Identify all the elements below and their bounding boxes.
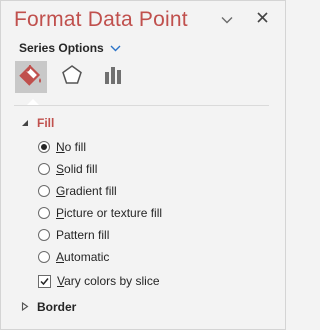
vary-colors-option[interactable]: Vary colors by slice <box>38 274 160 288</box>
close-button[interactable] <box>253 10 271 28</box>
solid-fill-option[interactable]: Solid fill <box>38 162 97 176</box>
automatic-label: Automatic <box>56 250 110 264</box>
no-fill-radio[interactable] <box>38 141 50 153</box>
chevron-down-icon <box>221 11 233 29</box>
vary-colors-label: Vary colors by slice <box>57 274 160 288</box>
picture-fill-radio[interactable] <box>38 207 50 219</box>
pattern-fill-radio[interactable] <box>38 229 50 241</box>
bar-chart-icon <box>102 64 124 91</box>
no-fill-option[interactable]: No fill <box>38 140 86 154</box>
fill-section-header[interactable]: Fill <box>21 116 54 130</box>
automatic-radio[interactable] <box>38 251 50 263</box>
series-options-label: Series Options <box>19 41 104 55</box>
gradient-fill-radio[interactable] <box>38 185 50 197</box>
divider <box>14 105 269 106</box>
tab-effects[interactable] <box>56 61 88 93</box>
picture-fill-option[interactable]: Picture or texture fill <box>38 206 162 220</box>
pane-options-chevron[interactable] <box>219 12 235 28</box>
gradient-fill-option[interactable]: Gradient fill <box>38 184 117 198</box>
border-section-header[interactable]: Border <box>21 300 76 314</box>
no-fill-label: No fill <box>56 140 87 154</box>
border-section-label: Border <box>37 300 77 314</box>
pentagon-icon <box>61 64 83 91</box>
picture-fill-label: Picture or texture fill <box>56 206 163 220</box>
chevron-down-icon <box>110 41 121 55</box>
collapsed-triangle-icon <box>21 300 29 314</box>
close-icon <box>256 10 268 28</box>
tab-series-options[interactable] <box>97 61 129 93</box>
expanded-triangle-icon <box>21 116 29 130</box>
pattern-fill-label: Pattern fill <box>56 228 110 242</box>
automatic-option[interactable]: Automatic <box>38 250 109 264</box>
solid-fill-label: Solid fill <box>56 162 98 176</box>
tab-fill-line[interactable] <box>15 61 47 93</box>
vary-colors-checkbox[interactable] <box>38 274 51 288</box>
format-data-point-pane: Format Data Point Series Options Fill No… <box>0 0 286 330</box>
solid-fill-radio[interactable] <box>38 163 50 175</box>
paint-bucket-icon <box>18 62 44 93</box>
pane-title: Format Data Point <box>14 8 188 31</box>
pattern-fill-option[interactable]: Pattern fill <box>38 228 109 242</box>
gradient-fill-label: Gradient fill <box>56 184 117 198</box>
fill-section-label: Fill <box>37 116 55 130</box>
series-options-dropdown[interactable]: Series Options <box>19 41 121 55</box>
